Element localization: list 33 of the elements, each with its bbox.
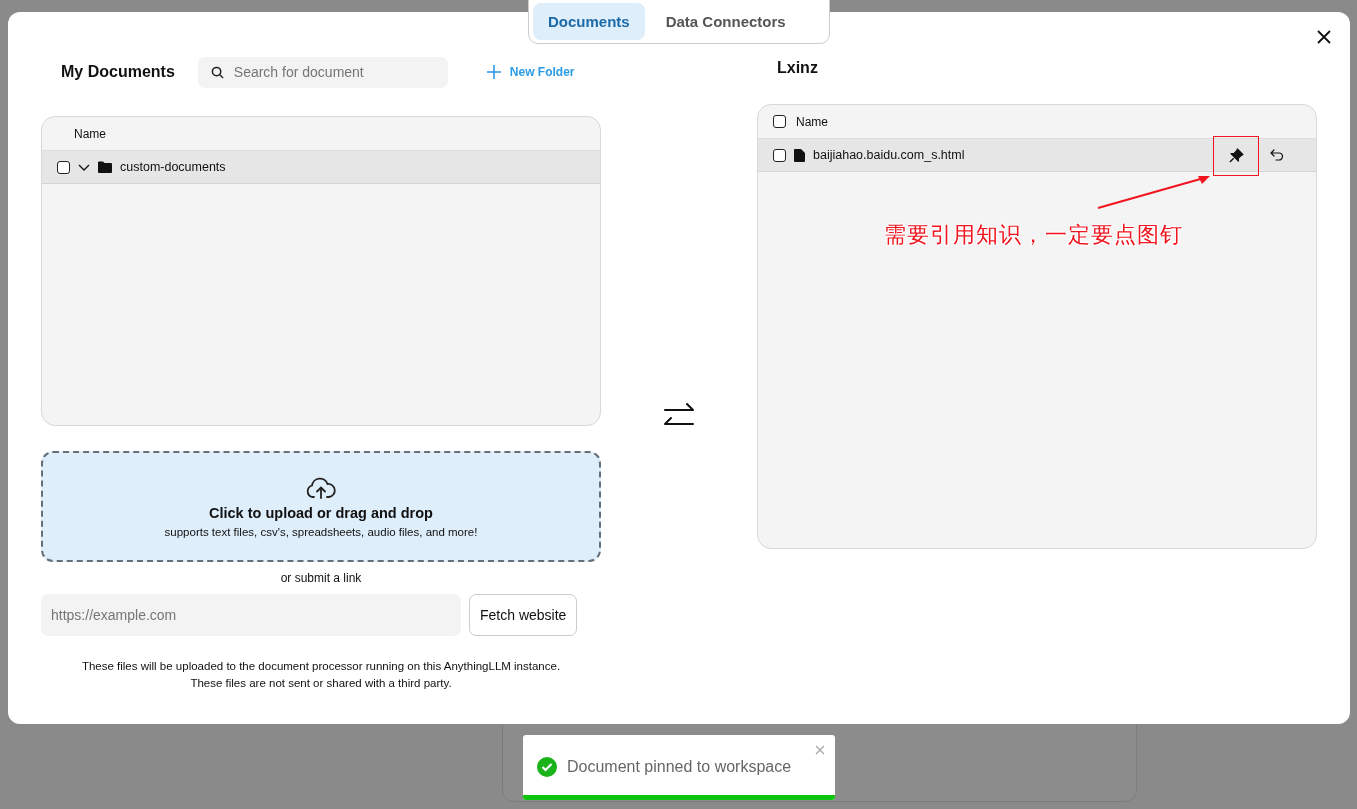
- tab[interactable]: Data Connectors: [650, 3, 801, 40]
- search-icon: [210, 65, 224, 79]
- highlight-box: [1213, 135, 1259, 176]
- annotation-text: 需要引用知识，一定要点图钉: [884, 221, 1183, 249]
- checkbox[interactable]: [773, 148, 786, 162]
- upload-dropzone[interactable]: Click to upload or drag and drop supports text files, csv's, spreadsheets, audio files, and more!: [41, 451, 601, 562]
- submit-link-label: or submit a link: [280, 571, 362, 585]
- checkbox[interactable]: [773, 115, 786, 128]
- folder-icon: [98, 161, 112, 173]
- notice-text: These files will be uploaded to the document processor running on this AnythingLLM instance.: [81, 659, 561, 674]
- tab[interactable]: Documents: [533, 3, 645, 40]
- upload-title: Click to upload or drag and drop: [209, 504, 433, 521]
- folder-name: custom-documents: [120, 160, 226, 174]
- column-header: Name: [74, 126, 106, 141]
- upload-subtitle: supports text files, csv's, spreadsheets, audio files, and more!: [164, 525, 478, 538]
- fetch-website-button[interactable]: Fetch website: [469, 594, 578, 636]
- notice-text: These files are not sent or shared with a third party.: [190, 676, 452, 691]
- file-icon: [794, 148, 805, 162]
- column-header: Name: [796, 114, 828, 129]
- checkbox[interactable]: [57, 160, 70, 174]
- folder-row[interactable]: custom-documents: [42, 151, 600, 184]
- plus-icon: [485, 64, 502, 80]
- url-field[interactable]: https://example.com: [41, 594, 461, 636]
- workspace-title: Lxinz: [777, 58, 818, 78]
- undo-icon[interactable]: [1270, 149, 1284, 161]
- toast-message: Document pinned to workspace: [567, 758, 792, 776]
- check-circle-icon: [537, 757, 557, 777]
- cloud-upload-icon: [305, 475, 337, 500]
- file-name: baijiahao.baidu.com_s.html: [813, 148, 965, 162]
- search-field[interactable]: Search for document: [197, 56, 448, 88]
- section-title: My Documents: [61, 63, 175, 81]
- pin-icon[interactable]: [1229, 147, 1244, 163]
- close-icon[interactable]: [1316, 29, 1332, 45]
